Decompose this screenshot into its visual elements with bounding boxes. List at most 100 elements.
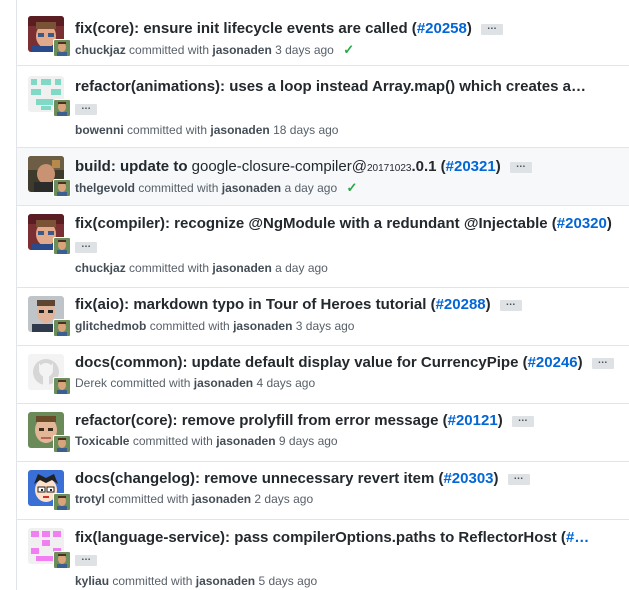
commit-meta: Derek committed with jasonaden 4 days ag… [75, 375, 315, 391]
committer-avatar[interactable] [53, 39, 71, 57]
commit-row: fix(core): ensure init lifecycle events … [17, 0, 629, 66]
commit-message-link[interactable]: fix(core): ensure init lifecycle events … [75, 20, 417, 37]
commit-list: fix(core): ensure init lifecycle events … [16, 0, 629, 590]
commit-row: fix(language-service): pass compilerOpti… [17, 520, 629, 590]
commit-message-dependency[interactable]: google-closure-compiler@ [192, 158, 367, 175]
pull-request-link[interactable]: #20288 [436, 296, 486, 313]
committer-link[interactable]: jasonaden [196, 574, 255, 588]
pull-request-link[interactable]: #20320 [557, 215, 607, 232]
commit-row: fix(aio): markdown typo in Tour of Heroe… [17, 288, 629, 346]
committer-avatar[interactable] [53, 99, 71, 117]
commit-title: fix(language-service): pass compilerOpti… [75, 528, 629, 548]
author-link[interactable]: chuckjaz [75, 261, 126, 275]
commit-message-link[interactable]: docs(changelog): remove unnecessary reve… [75, 470, 443, 487]
commit-title: refactor(core): remove prolyfill from er… [75, 411, 629, 431]
committer-link[interactable]: jasonaden [216, 434, 275, 448]
expand-message-button[interactable]: … [511, 413, 534, 427]
commit-message-link[interactable]: build: update to [75, 158, 192, 175]
commit-time: a day ago [275, 261, 328, 275]
author-link[interactable]: thelgevold [75, 181, 135, 195]
author-link[interactable]: chuckjaz [75, 43, 126, 57]
commit-meta: glitchedmob committed with jasonaden 3 d… [75, 318, 354, 334]
check-icon[interactable]: ✓ [347, 180, 358, 195]
commit-time: 9 days ago [278, 434, 338, 448]
commit-message-link[interactable]: refactor(core): remove prolyfill from er… [75, 412, 448, 429]
commit-title: refactor(animations): uses a loop instea… [75, 77, 629, 97]
expand-message-button[interactable]: … [480, 21, 503, 35]
committed-with-text: committed with [138, 181, 219, 195]
expand-message-button[interactable]: … [591, 355, 614, 369]
pull-request-link[interactable]: #20246 [528, 354, 578, 371]
commit-title: fix(compiler): recognize @NgModule with … [75, 214, 629, 234]
committer-link[interactable]: jasonaden [222, 181, 281, 195]
commit-meta: chuckjaz committed with jasonaden 3 days… [75, 42, 354, 58]
commit-message-version[interactable]: 20171023 [367, 163, 412, 174]
author-link[interactable]: Toxicable [75, 434, 129, 448]
committer-link[interactable]: jasonaden [212, 43, 271, 57]
commit-title: build: update to google-closure-compiler… [75, 157, 629, 179]
commit-title: docs(changelog): remove unnecessary reve… [75, 469, 629, 489]
commit-row: refactor(animations): uses a loop instea… [17, 66, 629, 148]
committer-avatar[interactable] [53, 237, 71, 255]
pull-request-link[interactable]: #… [566, 529, 589, 546]
check-icon[interactable]: ✓ [343, 42, 354, 57]
committer-link[interactable]: jasonaden [210, 123, 269, 137]
committed-with-text: committed with [149, 319, 230, 333]
commit-message-end: ) [466, 20, 472, 37]
commit-message-end: ) [606, 215, 612, 232]
commit-message-link[interactable]: fix(compiler): recognize @NgModule with … [75, 215, 557, 232]
expand-message-button[interactable]: … [75, 553, 97, 566]
commit-meta: Toxicable committed with jasonaden 9 day… [75, 433, 338, 449]
commit-message-link[interactable]: docs(common): update default display val… [75, 354, 528, 371]
pull-request-link[interactable]: #20303 [443, 470, 493, 487]
committer-link[interactable]: jasonaden [233, 319, 292, 333]
committer-link[interactable]: jasonaden [192, 492, 251, 506]
committer-link[interactable]: jasonaden [212, 261, 271, 275]
commit-title: fix(core): ensure init lifecycle events … [75, 19, 629, 39]
committer-link[interactable]: jasonaden [194, 376, 253, 390]
commit-message-end: ) [497, 412, 503, 429]
commit-row: docs(common): update default display val… [17, 346, 629, 404]
commit-meta: bowenni committed with jasonaden 18 days… [75, 122, 338, 138]
expand-message-button[interactable]: … [499, 297, 522, 311]
commit-meta: trotyl committed with jasonaden 2 days a… [75, 491, 313, 507]
expand-message-button[interactable]: … [507, 471, 530, 485]
commit-row: build: update to google-closure-compiler… [17, 148, 629, 206]
commit-message-link[interactable]: fix(aio): markdown typo in Tour of Heroe… [75, 296, 436, 313]
author-name: Derek [75, 376, 108, 390]
commit-row: fix(compiler): recognize @NgModule with … [17, 206, 629, 288]
expand-message-button[interactable]: … [75, 102, 97, 115]
pull-request-link[interactable]: #20321 [446, 158, 496, 175]
expand-message-button[interactable]: … [509, 159, 532, 173]
committed-with-text: committed with [108, 492, 189, 506]
commit-time: a day ago [284, 181, 338, 195]
committed-with-text: committed with [129, 43, 210, 57]
committer-avatar[interactable] [53, 551, 71, 569]
committer-avatar[interactable] [53, 377, 71, 395]
commit-message-suffix[interactable]: .0.1 ( [411, 158, 445, 175]
commit-row: refactor(core): remove prolyfill from er… [17, 404, 629, 462]
commit-time: 18 days ago [273, 123, 339, 137]
commit-message-link[interactable]: fix(language-service): pass compilerOpti… [75, 529, 566, 546]
pull-request-link[interactable]: #20121 [448, 412, 498, 429]
commit-message-end: ) [577, 354, 583, 371]
commit-meta: kyliau committed with jasonaden 5 days a… [75, 573, 317, 589]
committer-avatar[interactable] [53, 435, 71, 453]
author-link[interactable]: glitchedmob [75, 319, 146, 333]
expand-message-button[interactable]: … [75, 240, 97, 253]
commit-message-end: ) [493, 470, 499, 487]
pull-request-link[interactable]: #20258 [417, 20, 467, 37]
author-link[interactable]: kyliau [75, 574, 109, 588]
commit-time: 4 days ago [256, 376, 316, 390]
commit-meta: chuckjaz committed with jasonaden a day … [75, 260, 328, 276]
commit-time: 2 days ago [254, 492, 314, 506]
commit-message-link[interactable]: refactor(animations): uses a loop instea… [75, 78, 586, 95]
author-link[interactable]: bowenni [75, 123, 124, 137]
committer-avatar[interactable] [53, 179, 71, 197]
committed-with-text: committed with [110, 376, 191, 390]
commit-meta: thelgevold committed with jasonaden a da… [75, 180, 357, 196]
author-link[interactable]: trotyl [75, 492, 105, 506]
committer-avatar[interactable] [53, 493, 71, 511]
commit-time: 3 days ago [275, 43, 334, 57]
committer-avatar[interactable] [53, 319, 71, 337]
